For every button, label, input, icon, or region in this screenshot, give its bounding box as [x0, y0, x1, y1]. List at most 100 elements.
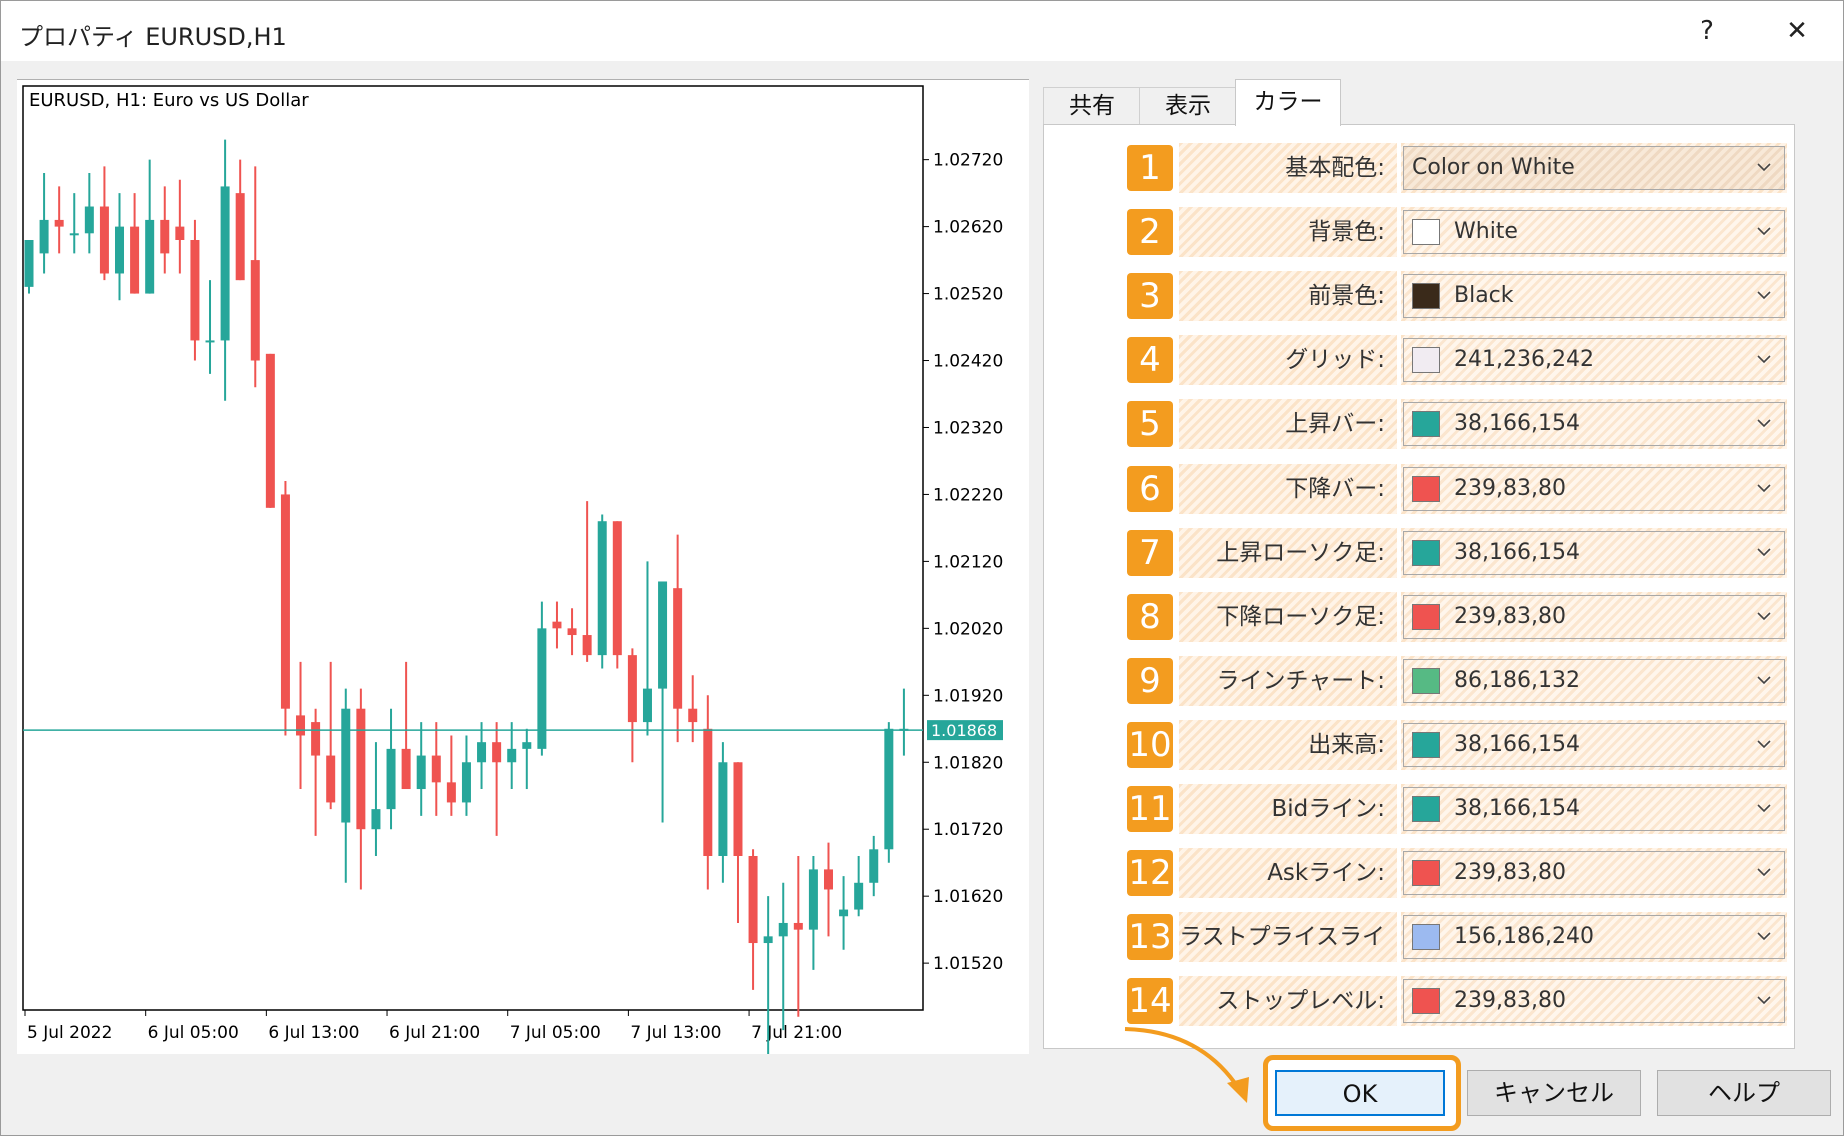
color-setting-row: 11 Bidライン: 38,166,154	[1127, 784, 1787, 836]
color-dropdown[interactable]: 239,83,80	[1403, 595, 1785, 639]
x-tick-label: 6 Jul 13:00	[268, 1023, 359, 1043]
setting-field: 86,186,132	[1401, 656, 1787, 706]
dropdown-value: 239,83,80	[1454, 476, 1566, 501]
color-dropdown[interactable]: 38,166,154	[1403, 531, 1785, 575]
chevron-down-icon	[1757, 227, 1771, 236]
x-tick-label: 7 Jul 21:00	[751, 1023, 842, 1043]
setting-field: Color on White	[1401, 143, 1787, 193]
color-swatch	[1412, 988, 1440, 1014]
setting-label: ラインチャート:	[1179, 656, 1397, 706]
candle-body	[416, 755, 426, 790]
color-dropdown[interactable]: 241,236,242	[1403, 338, 1785, 382]
y-tick-label: 1.02620	[933, 218, 1003, 238]
ok-button[interactable]: OK	[1275, 1070, 1445, 1116]
color-dropdown[interactable]: Black	[1403, 274, 1785, 318]
color-dropdown[interactable]: 38,166,154	[1403, 402, 1785, 446]
candle-body	[778, 922, 788, 937]
candle-body	[552, 621, 562, 629]
candle-body	[627, 655, 637, 723]
tab-common[interactable]: 共有	[1043, 87, 1141, 124]
candle-body	[884, 728, 894, 850]
candle-body	[492, 742, 502, 763]
x-tick-label: 6 Jul 21:00	[389, 1023, 480, 1043]
color-swatch	[1412, 476, 1440, 502]
candle-body	[597, 521, 607, 656]
x-tick-label: 6 Jul 05:00	[148, 1023, 239, 1043]
setting-label: 上昇ローソク足:	[1179, 528, 1397, 578]
y-tick-label: 1.01920	[933, 686, 1003, 706]
close-icon[interactable]: ✕	[1775, 11, 1819, 51]
candle-body	[763, 936, 773, 944]
y-tick-label: 1.01520	[933, 954, 1003, 974]
dropdown-value: 86,186,132	[1454, 668, 1580, 693]
candle-body	[265, 353, 275, 508]
candlestick-chart: EURUSD, H1: Euro vs US Dollar 1.02720 1.02…	[22, 85, 1003, 1054]
candle-body	[854, 882, 864, 910]
color-setting-row: 12 Askライン: 239,83,80	[1127, 848, 1787, 900]
y-tick-label: 1.02120	[933, 552, 1003, 572]
color-dropdown[interactable]: 86,186,132	[1403, 659, 1785, 703]
y-tick-label: 1.02020	[933, 619, 1003, 639]
chevron-down-icon	[1757, 419, 1771, 428]
color-dropdown[interactable]: White	[1403, 210, 1785, 254]
candle-body	[39, 219, 49, 254]
setting-field: 38,166,154	[1401, 399, 1787, 449]
color-swatch	[1412, 604, 1440, 630]
candle-body	[130, 226, 140, 294]
step-number-badge: 14	[1127, 978, 1173, 1024]
tab-colors[interactable]: カラー	[1235, 79, 1341, 126]
step-number-badge: 4	[1127, 337, 1173, 383]
color-dropdown[interactable]: 239,83,80	[1403, 467, 1785, 511]
step-number-badge: 10	[1127, 722, 1173, 768]
cancel-button[interactable]: キャンセル	[1467, 1070, 1641, 1116]
x-tick-label: 5 Jul 2022	[27, 1023, 112, 1043]
dropdown-value: 38,166,154	[1454, 411, 1580, 436]
candle-body	[477, 742, 487, 763]
dropdown-value: Black	[1454, 283, 1514, 308]
candle-body	[839, 909, 849, 917]
setting-label: 下降ローソク足:	[1179, 592, 1397, 642]
candle-body	[522, 742, 532, 749]
step-number-badge: 9	[1127, 658, 1173, 704]
color-swatch	[1412, 347, 1440, 373]
candle-body	[235, 193, 245, 281]
candle-body	[642, 688, 652, 723]
help-button[interactable]: ヘルプ	[1657, 1070, 1831, 1116]
candle-body	[99, 206, 109, 274]
dropdown-value: 156,186,240	[1454, 924, 1594, 949]
candle-body	[823, 869, 833, 890]
candle-body	[205, 340, 215, 343]
color-dropdown[interactable]: 239,83,80	[1403, 979, 1785, 1023]
candle-body	[718, 762, 728, 856]
chevron-down-icon	[1757, 291, 1771, 300]
dropdown-value: 38,166,154	[1454, 540, 1580, 565]
color-setting-row: 13ラストプライスライン: 156,186,240	[1127, 912, 1787, 1000]
y-tick-label: 1.02420	[933, 352, 1003, 372]
color-swatch	[1412, 668, 1440, 694]
color-dropdown[interactable]: Color on White	[1403, 146, 1785, 190]
plot-area	[22, 85, 924, 1011]
candle-body	[808, 869, 818, 930]
candle-body	[250, 260, 260, 361]
color-settings-panel	[1043, 124, 1795, 1049]
color-dropdown[interactable]: 156,186,240	[1403, 915, 1785, 959]
color-dropdown[interactable]: 38,166,154	[1403, 787, 1785, 831]
color-swatch	[1412, 411, 1440, 437]
step-number-badge: 2	[1127, 209, 1173, 255]
y-tick-label: 1.02320	[933, 418, 1003, 438]
chevron-down-icon	[1757, 612, 1771, 621]
help-icon[interactable]: ?	[1685, 11, 1729, 51]
color-swatch	[1412, 860, 1440, 886]
candle-body	[869, 849, 879, 883]
tab-display[interactable]: 表示	[1139, 87, 1237, 124]
y-tick-label: 1.01620	[933, 887, 1003, 907]
dropdown-value: 239,83,80	[1454, 988, 1566, 1013]
color-dropdown[interactable]: 38,166,154	[1403, 723, 1785, 767]
candle-body	[24, 240, 34, 287]
candle-body	[69, 233, 79, 236]
color-swatch	[1412, 796, 1440, 822]
color-dropdown[interactable]: 239,83,80	[1403, 851, 1785, 895]
candle-body	[612, 521, 622, 656]
candle-body	[507, 748, 517, 763]
candle-body	[311, 722, 321, 756]
